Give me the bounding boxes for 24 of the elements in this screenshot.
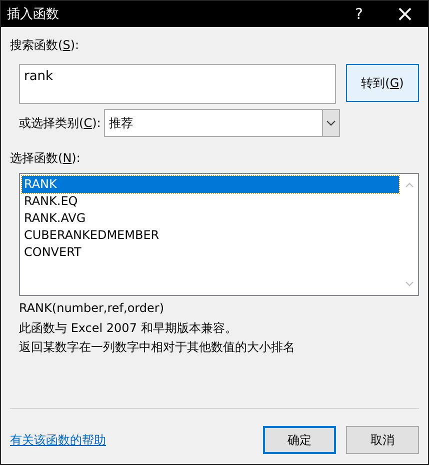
function-item[interactable]: RANK.EQ	[22, 193, 399, 210]
category-dropdown[interactable]: 推荐	[104, 109, 340, 137]
window-title: 插入函数	[7, 6, 60, 23]
scroll-up-icon[interactable]	[405, 182, 414, 188]
scroll-down-icon[interactable]	[405, 281, 414, 287]
function-item[interactable]: CONVERT	[22, 244, 399, 261]
close-button[interactable]: ×	[382, 1, 428, 27]
chevron-down-icon	[326, 120, 336, 126]
function-item[interactable]: CUBERANKEDMEMBER	[22, 227, 399, 244]
function-description: 返回某数字在一列数字中相对于其他数值的大小排名	[19, 339, 296, 356]
search-field[interactable]: rank	[19, 64, 336, 104]
function-signature: RANK(number,ref,order)	[19, 301, 166, 315]
dialog-button[interactable]: 确定	[263, 426, 336, 454]
function-list-label: 选择函数(N):	[10, 150, 82, 167]
category-label: 或选择类别(C):	[19, 114, 101, 132]
help-button[interactable]: ?	[336, 1, 382, 27]
dialog-button[interactable]: 取消	[346, 426, 419, 454]
help-link[interactable]: 有关该函数的帮助	[10, 432, 106, 448]
function-description: 此函数与 Excel 2007 和早期版本兼容。	[19, 320, 238, 337]
function-item[interactable]: RANK	[22, 176, 399, 193]
go-button[interactable]: 转到(G)	[346, 64, 419, 102]
function-item[interactable]: RANK.AVG	[22, 210, 399, 227]
search-label: 搜索函数(S):	[10, 37, 80, 54]
function-list[interactable]: RANK RANK.EQ RANK.AVG CUBERANKEDMEMBER CONVERT	[19, 173, 419, 296]
